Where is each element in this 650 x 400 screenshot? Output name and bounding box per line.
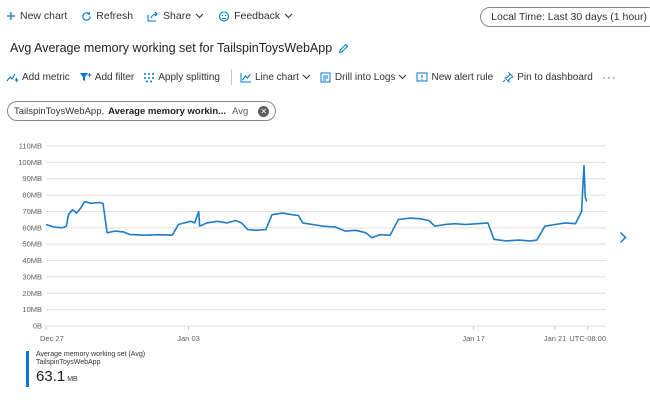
series-layer bbox=[45, 164, 588, 242]
y-axis-labels: 110MB 100MB 90MB 80MB 70MB 60MB 50MB 40MB 30MB 20… bbox=[18, 142, 42, 331]
apply-splitting-label: Apply splitting bbox=[158, 71, 220, 83]
add-metric-icon bbox=[6, 72, 19, 83]
more-options-button[interactable]: ··· bbox=[602, 70, 617, 84]
pin-icon bbox=[502, 71, 515, 83]
refresh-label: Refresh bbox=[96, 10, 134, 22]
metric-aggregation: Avg bbox=[232, 105, 249, 117]
y-tick-label: 70MB bbox=[22, 207, 42, 216]
drill-into-logs-dropdown[interactable]: Drill into Logs bbox=[320, 72, 408, 83]
chevron-down-icon bbox=[284, 13, 293, 19]
y-tick-label: 100MB bbox=[18, 158, 42, 167]
grid-layer bbox=[46, 145, 606, 327]
share-icon bbox=[147, 11, 159, 22]
chevron-down-icon bbox=[302, 74, 311, 80]
chevron-down-icon bbox=[398, 74, 407, 80]
series-line bbox=[45, 164, 588, 242]
add-metric-label: Add metric bbox=[22, 71, 70, 83]
y-tick-label: 110MB bbox=[19, 142, 42, 151]
x-tick-label: UTC-08:00 bbox=[569, 334, 606, 343]
refresh-icon bbox=[81, 11, 92, 22]
y-tick-label: 40MB bbox=[22, 256, 42, 265]
drill-into-logs-label: Drill into Logs bbox=[334, 71, 396, 83]
share-button[interactable]: Share bbox=[147, 10, 204, 22]
y-tick-label: 10MB bbox=[22, 305, 42, 314]
chevron-down-icon bbox=[195, 13, 204, 19]
legend-value: 63.1 bbox=[36, 368, 66, 385]
x-tick-label: Dec 27 bbox=[40, 334, 64, 343]
plus-icon bbox=[6, 11, 16, 21]
x-axis-labels: Dec 27 Jan 03 Jan 17 Jan 21 UTC-08:00 bbox=[40, 326, 606, 343]
new-alert-rule-button[interactable]: New alert rule bbox=[416, 72, 493, 83]
x-tick-label: Jan 17 bbox=[462, 334, 485, 343]
close-icon[interactable]: ✕ bbox=[258, 105, 270, 117]
chart-legend[interactable]: Average memory working set (Avg) Tailspi… bbox=[26, 351, 145, 387]
pin-to-dashboard-button[interactable]: Pin to dashboard bbox=[502, 71, 593, 83]
line-chart-icon bbox=[240, 72, 252, 83]
x-tick-label: Jan 21 bbox=[544, 334, 567, 343]
y-tick-label: 50MB bbox=[22, 240, 42, 249]
metric-pill[interactable]: TailspinToysWebApp, Average memory worki… bbox=[7, 101, 277, 121]
y-tick-label: 0B bbox=[33, 322, 42, 331]
pin-to-dashboard-label: Pin to dashboard bbox=[517, 71, 593, 83]
feedback-icon bbox=[218, 10, 230, 22]
chart-type-dropdown[interactable]: Line chart bbox=[240, 72, 311, 83]
x-tick-label: Jan 03 bbox=[177, 334, 200, 343]
legend-unit: MB bbox=[67, 376, 78, 383]
new-alert-rule-label: New alert rule bbox=[431, 71, 494, 83]
new-chart-label: New chart bbox=[20, 10, 68, 22]
add-filter-label: Add filter bbox=[94, 71, 135, 83]
legend-resource-name: TailspinToysWebApp bbox=[36, 359, 101, 366]
feedback-label: Feedback bbox=[234, 10, 281, 22]
toolbar-divider bbox=[230, 69, 232, 85]
logs-icon bbox=[320, 72, 332, 83]
y-tick-label: 80MB bbox=[22, 191, 42, 200]
y-tick-label: 30MB bbox=[22, 272, 42, 281]
chevron-right-icon[interactable] bbox=[619, 231, 627, 244]
metric-resource: TailspinToysWebApp bbox=[14, 105, 102, 117]
share-label: Share bbox=[163, 10, 192, 22]
chart-type-label: Line chart bbox=[254, 71, 299, 83]
chart-title-bar: Avg Average memory working set for Tails… bbox=[0, 38, 349, 58]
filter-icon bbox=[79, 72, 92, 83]
command-bar: New chart Refresh Share Feedback Local T… bbox=[0, 4, 650, 28]
add-filter-button[interactable]: Add filter bbox=[79, 72, 134, 83]
pencil-icon[interactable] bbox=[338, 43, 349, 54]
time-range-picker[interactable]: Local Time: Last 30 days (1 hour) bbox=[480, 7, 650, 27]
add-metric-button[interactable]: Add metric bbox=[6, 72, 70, 83]
alert-icon bbox=[416, 72, 428, 83]
legend-metric-name: Average memory working set (Avg) bbox=[36, 351, 146, 358]
apply-splitting-button[interactable]: Apply splitting bbox=[143, 72, 220, 83]
line-chart[interactable]: 110MB 100MB 90MB 80MB 70MB 60MB 50MB 40MB 30MB 20… bbox=[0, 136, 620, 348]
metric-name: Average memory workin... bbox=[108, 105, 227, 117]
new-chart-button[interactable]: New chart bbox=[6, 10, 67, 22]
y-tick-label: 60MB bbox=[22, 223, 42, 232]
chart-title: Avg Average memory working set for Tails… bbox=[10, 41, 333, 55]
chart-toolbar: Add metric Add filter Apply splitting Li… bbox=[0, 64, 650, 90]
splitting-icon bbox=[143, 72, 155, 83]
y-tick-label: 90MB bbox=[22, 174, 42, 183]
feedback-button[interactable]: Feedback bbox=[218, 10, 293, 22]
y-tick-label: 20MB bbox=[22, 289, 42, 298]
refresh-button[interactable]: Refresh bbox=[81, 10, 133, 22]
